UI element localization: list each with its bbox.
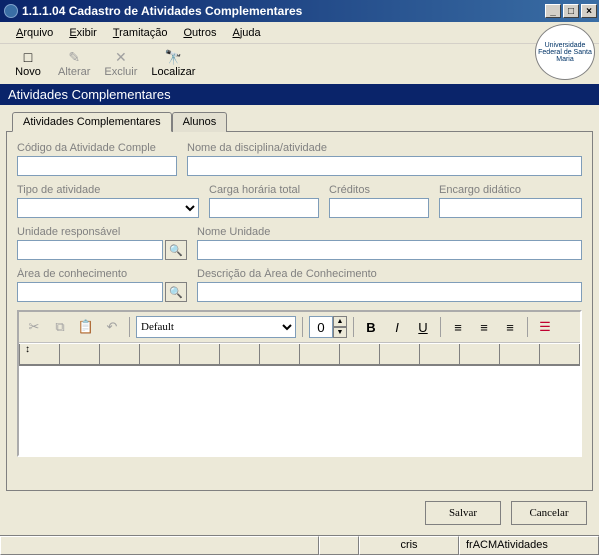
input-carga-horaria[interactable] — [209, 198, 319, 218]
lookup-area-button[interactable]: 🔍 — [165, 282, 187, 302]
editor-align-left-button[interactable]: ≡ — [447, 316, 469, 338]
title-bar: 1.1.1.04 Cadastro de Atividades Compleme… — [0, 0, 599, 22]
bold-icon: B — [366, 320, 375, 335]
search-icon: 🔍 — [169, 286, 183, 299]
window-title: 1.1.1.04 Cadastro de Atividades Compleme… — [22, 4, 302, 18]
label-desc-area: Descrição da Área de Conhecimento — [197, 268, 582, 280]
search-icon: 🔍 — [169, 244, 183, 257]
status-cell-2 — [319, 536, 359, 555]
label-unidade-responsavel: Unidade responsável — [17, 226, 187, 238]
input-nome-unidade[interactable] — [197, 240, 582, 260]
editor-bullets-button[interactable]: ☰ — [534, 316, 556, 338]
menu-outros[interactable]: Outros — [175, 25, 224, 41]
label-creditos: Créditos — [329, 184, 429, 196]
editor-italic-button[interactable]: I — [386, 316, 408, 338]
label-tipo-atividade: Tipo de atividade — [17, 184, 199, 196]
italic-icon: I — [395, 320, 399, 335]
editor-font-select[interactable]: Default — [136, 316, 296, 338]
editor-copy-button: ⧉ — [49, 316, 71, 338]
delete-icon: ✕ — [112, 48, 130, 66]
copy-icon: ⧉ — [55, 319, 64, 335]
find-icon: 🔭 — [164, 48, 182, 66]
editor-cut-button: ✂ — [23, 316, 45, 338]
bullets-icon: ☰ — [539, 319, 551, 335]
input-area-conhecimento[interactable] — [17, 282, 163, 302]
paste-icon: 📋 — [78, 319, 94, 335]
tab-atividades[interactable]: Atividades Complementares — [12, 112, 172, 132]
editor-paste-button: 📋 — [75, 316, 97, 338]
label-nome-disciplina: Nome da disciplina/atividade — [187, 142, 582, 154]
section-band: Atividades Complementares — [0, 84, 599, 105]
input-encargo[interactable] — [439, 198, 582, 218]
section-title: Atividades Complementares — [8, 87, 171, 102]
editor-toolbar: ✂ ⧉ 📋 ↶ Default ▲ ▼ B — [19, 312, 580, 343]
input-nome-disciplina[interactable] — [187, 156, 582, 176]
align-left-icon: ≡ — [454, 320, 462, 335]
font-size-down[interactable]: ▼ — [333, 327, 347, 338]
editor-textarea[interactable] — [19, 365, 580, 455]
toolbar-localizar[interactable]: 🔭 Localizar — [147, 46, 199, 80]
lookup-unidade-button[interactable]: 🔍 — [165, 240, 187, 260]
label-codigo: Código da Atividade Comple — [17, 142, 177, 154]
menu-arquivo[interactable]: Arquivo — [8, 25, 61, 41]
font-size-up[interactable]: ▲ — [333, 316, 347, 327]
rich-text-editor: ✂ ⧉ 📋 ↶ Default ▲ ▼ B — [17, 310, 582, 457]
menu-exibir[interactable]: Exibir — [61, 25, 105, 41]
label-encargo: Encargo didático — [439, 184, 582, 196]
edit-icon: ✎ — [65, 48, 83, 66]
status-form: frACMAtividades — [459, 536, 599, 555]
input-creditos[interactable] — [329, 198, 429, 218]
maximize-button[interactable]: □ — [563, 4, 579, 18]
editor-undo-button: ↶ — [101, 316, 123, 338]
editor-font-size[interactable] — [309, 316, 333, 338]
status-bar: cris frACMAtividades — [0, 535, 599, 555]
editor-bold-button[interactable]: B — [360, 316, 382, 338]
align-right-icon: ≡ — [506, 320, 514, 335]
status-cell-1 — [0, 536, 319, 555]
save-button[interactable]: Salvar — [425, 501, 501, 525]
menu-bar: Arquivo Exibir Tramitação Outros Ajuda — [0, 22, 599, 44]
editor-align-center-button[interactable]: ≡ — [473, 316, 495, 338]
input-desc-area[interactable] — [197, 282, 582, 302]
select-tipo-atividade[interactable] — [17, 198, 199, 218]
cut-icon: ✂ — [29, 319, 40, 335]
editor-ruler[interactable]: ↕ — [19, 343, 580, 365]
status-user: cris — [359, 536, 459, 555]
undo-icon: ↶ — [107, 319, 118, 335]
app-icon — [4, 4, 18, 18]
close-button[interactable]: × — [581, 4, 597, 18]
institution-logo: Universidade Federal de Santa Maria — [535, 24, 595, 80]
align-center-icon: ≡ — [480, 320, 488, 335]
label-carga-horaria: Carga horária total — [209, 184, 319, 196]
editor-underline-button[interactable]: U — [412, 316, 434, 338]
underline-icon: U — [418, 320, 427, 335]
menu-tramitacao[interactable]: Tramitação — [105, 25, 176, 41]
new-icon: □ — [19, 48, 37, 66]
menu-ajuda[interactable]: Ajuda — [224, 25, 268, 41]
label-nome-unidade: Nome Unidade — [197, 226, 582, 238]
toolbar: □ Novo ✎ Alterar ✕ Excluir 🔭 Localizar — [0, 44, 599, 84]
tab-alunos[interactable]: Alunos — [172, 112, 228, 132]
label-area-conhecimento: Área de conhecimento — [17, 268, 187, 280]
cancel-button[interactable]: Cancelar — [511, 501, 587, 525]
input-codigo[interactable] — [17, 156, 177, 176]
editor-align-right-button[interactable]: ≡ — [499, 316, 521, 338]
toolbar-excluir: ✕ Excluir — [100, 46, 141, 80]
input-unidade-responsavel[interactable] — [17, 240, 163, 260]
tab-panel-atividades: Código da Atividade Comple Nome da disci… — [6, 131, 593, 491]
toolbar-alterar: ✎ Alterar — [54, 46, 94, 80]
toolbar-novo[interactable]: □ Novo — [8, 46, 48, 80]
minimize-button[interactable]: _ — [545, 4, 561, 18]
